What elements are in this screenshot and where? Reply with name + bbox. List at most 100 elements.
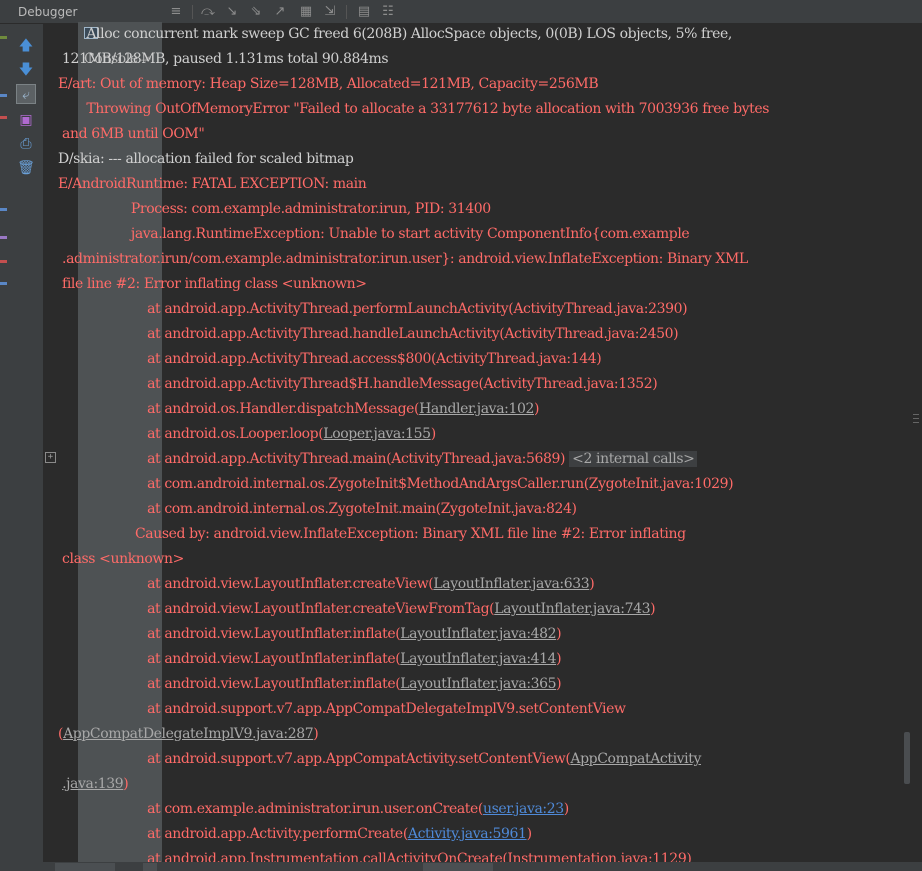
log-text: at android.os.Handler.dispatchMessage(	[58, 401, 420, 417]
source-link[interactable]: AppCompatActivity	[570, 751, 701, 767]
log-line: at android.os.Looper.loop(Looper.java:15…	[58, 422, 436, 447]
log-line: Caused by: android.view.InflateException…	[58, 522, 686, 547]
source-link[interactable]: .java:139	[62, 776, 124, 792]
log-line: at com.android.internal.os.ZygoteInit.ma…	[58, 497, 577, 522]
log-line: E/art: Out of memory: Heap Size=128MB, A…	[58, 72, 599, 97]
log-text: Alloc concurrent mark sweep GC freed 6(2…	[58, 26, 732, 42]
log-text: at android.view.LayoutInflater.createVie…	[58, 601, 495, 617]
show-execution-point-icon[interactable]: ≡	[168, 4, 184, 20]
log-text: at android.support.v7.app.AppCompatDeleg…	[58, 701, 626, 717]
log-text: )	[123, 776, 129, 792]
vertical-scrollbar-thumb[interactable]	[904, 732, 910, 784]
log-text: at android.app.ActivityThread$H.handleMe…	[58, 376, 658, 392]
log-text: )	[313, 726, 319, 742]
source-link[interactable]: LayoutInflater.java:743	[494, 601, 650, 617]
source-link[interactable]: LayoutInflater.java:365	[400, 676, 556, 692]
log-line: at android.app.ActivityThread.main(Activ…	[58, 447, 698, 472]
log-text: )	[430, 426, 436, 442]
log-line: at android.support.v7.app.AppCompatDeleg…	[58, 697, 626, 722]
bottom-tab[interactable]	[423, 863, 493, 871]
edge-marker	[0, 260, 7, 263]
log-line: at com.example.administrator.irun.user.o…	[58, 797, 569, 822]
edge-marker	[0, 36, 7, 39]
run-to-cursor-icon[interactable]: ⇲	[322, 4, 338, 20]
log-text: )	[650, 601, 656, 617]
edge-marker	[0, 208, 7, 211]
log-line: at android.app.ActivityThread.performLau…	[58, 297, 687, 322]
log-text: Caused by: android.view.InflateException…	[58, 526, 686, 542]
log-text: )	[556, 626, 562, 642]
log-text: at android.view.LayoutInflater.inflate(	[58, 676, 401, 692]
console-output[interactable]: Alloc concurrent mark sweep GC freed 6(2…	[58, 22, 908, 862]
source-link[interactable]: Activity.java:5961	[408, 826, 527, 842]
layout-icon[interactable]: ☷	[380, 4, 396, 20]
log-text: )	[526, 826, 532, 842]
step-over-icon[interactable]: ⤼	[200, 4, 216, 20]
bottom-tab[interactable]	[55, 863, 115, 871]
log-line: at android.view.LayoutInflater.createVie…	[58, 597, 655, 622]
log-line: E/AndroidRuntime: FATAL EXCEPTION: main	[58, 172, 367, 197]
source-link[interactable]: user.java:23	[483, 801, 564, 817]
log-text: at android.app.Instrumentation.callActiv…	[58, 851, 692, 862]
edge-marker	[0, 94, 7, 97]
log-text: at android.support.v7.app.AppCompatActiv…	[58, 751, 571, 767]
source-link[interactable]: AppCompatDelegateImplV9.java:287	[63, 726, 314, 742]
log-text: )	[563, 801, 569, 817]
tool-window-header: Debugger Console →* ≡ ⤼ ↘ ⇘ ↗ ▦ ⇲ ▤ ☷	[0, 0, 922, 862]
drop-frame-icon[interactable]: ▦	[298, 4, 314, 20]
bottom-tool-strip	[43, 862, 922, 871]
log-line: at android.view.LayoutInflater.inflate(L…	[58, 647, 562, 672]
log-line: at android.app.ActivityThread.handleLaun…	[58, 322, 678, 347]
soft-wrap-icon[interactable]: ⤶	[16, 84, 36, 104]
source-link[interactable]: LayoutInflater.java:482	[400, 626, 556, 642]
step-out-icon[interactable]: ↗	[272, 4, 288, 20]
log-text: E/art: Out of memory: Heap Size=128MB, A…	[58, 76, 599, 92]
log-line: at android.view.LayoutInflater.inflate(L…	[58, 672, 562, 697]
folded-calls-chip[interactable]: <2 internal calls>	[569, 451, 698, 467]
log-text: D/skia: --- allocation failed for scaled…	[58, 151, 354, 167]
log-text: at android.app.ActivityThread.handleLaun…	[58, 326, 679, 342]
log-line: at android.app.ActivityThread.access$800…	[58, 347, 602, 372]
log-text: at com.example.administrator.irun.user.o…	[58, 801, 483, 817]
toolbar-separator	[346, 5, 347, 19]
source-link[interactable]: Handler.java:102	[419, 401, 534, 417]
log-line: and 6MB until OOM"	[58, 122, 205, 147]
tab-debugger[interactable]: Debugger	[4, 0, 77, 24]
log-text: at android.app.ActivityThread.access$800…	[58, 351, 602, 367]
force-step-into-icon[interactable]: ⇘	[248, 4, 264, 20]
log-line: at android.view.LayoutInflater.inflate(L…	[58, 622, 562, 647]
evaluate-expression-icon[interactable]: ▤	[356, 4, 372, 20]
arrow-down-icon[interactable]: 🡇	[16, 60, 36, 80]
log-text: at android.app.ActivityThread.performLau…	[58, 301, 688, 317]
source-link[interactable]: LayoutInflater.java:414	[400, 651, 556, 667]
log-line: at android.app.Instrumentation.callActiv…	[58, 847, 692, 862]
log-text: at com.android.internal.os.ZygoteInit.ma…	[58, 501, 577, 517]
log-text: Process: com.example.administrator.irun,…	[58, 201, 491, 217]
log-line: at android.view.LayoutInflater.createVie…	[58, 572, 595, 597]
log-line: class <unknown>	[58, 547, 184, 572]
log-text: Throwing OutOfMemoryError "Failed to all…	[58, 101, 770, 117]
log-text: E/AndroidRuntime: FATAL EXCEPTION: main	[58, 176, 367, 192]
step-into-icon[interactable]: ↘	[224, 4, 240, 20]
clear-all-icon[interactable]: 🗑	[16, 158, 36, 178]
log-text: at android.view.LayoutInflater.inflate(	[58, 626, 401, 642]
source-link[interactable]: Looper.java:155	[323, 426, 431, 442]
log-text: and 6MB until OOM"	[58, 126, 205, 142]
log-line: Throwing OutOfMemoryError "Failed to all…	[58, 97, 769, 122]
log-text: java.lang.RuntimeException: Unable to st…	[58, 226, 690, 242]
vertical-scrollbar-track[interactable]	[908, 24, 922, 871]
log-text: at android.view.LayoutInflater.inflate(	[58, 651, 401, 667]
log-line: at android.app.Activity.performCreate(Ac…	[58, 822, 532, 847]
log-text: )	[556, 676, 562, 692]
log-line: file line #2: Error inflating class <unk…	[58, 272, 367, 297]
source-link[interactable]: LayoutInflater.java:633	[433, 576, 589, 592]
print-icon[interactable]: ⎙	[16, 134, 36, 154]
bottom-tab[interactable]	[143, 863, 157, 871]
arrow-up-icon[interactable]: 🡅	[16, 36, 36, 56]
log-line: at android.app.ActivityThread$H.handleMe…	[58, 372, 658, 397]
scroll-to-end-icon[interactable]: ▣	[16, 110, 36, 130]
resize-grip-icon[interactable]	[913, 414, 919, 428]
log-text: )	[556, 651, 562, 667]
log-line: Process: com.example.administrator.irun,…	[58, 197, 491, 222]
fold-expand-icon[interactable]: +	[45, 452, 56, 463]
